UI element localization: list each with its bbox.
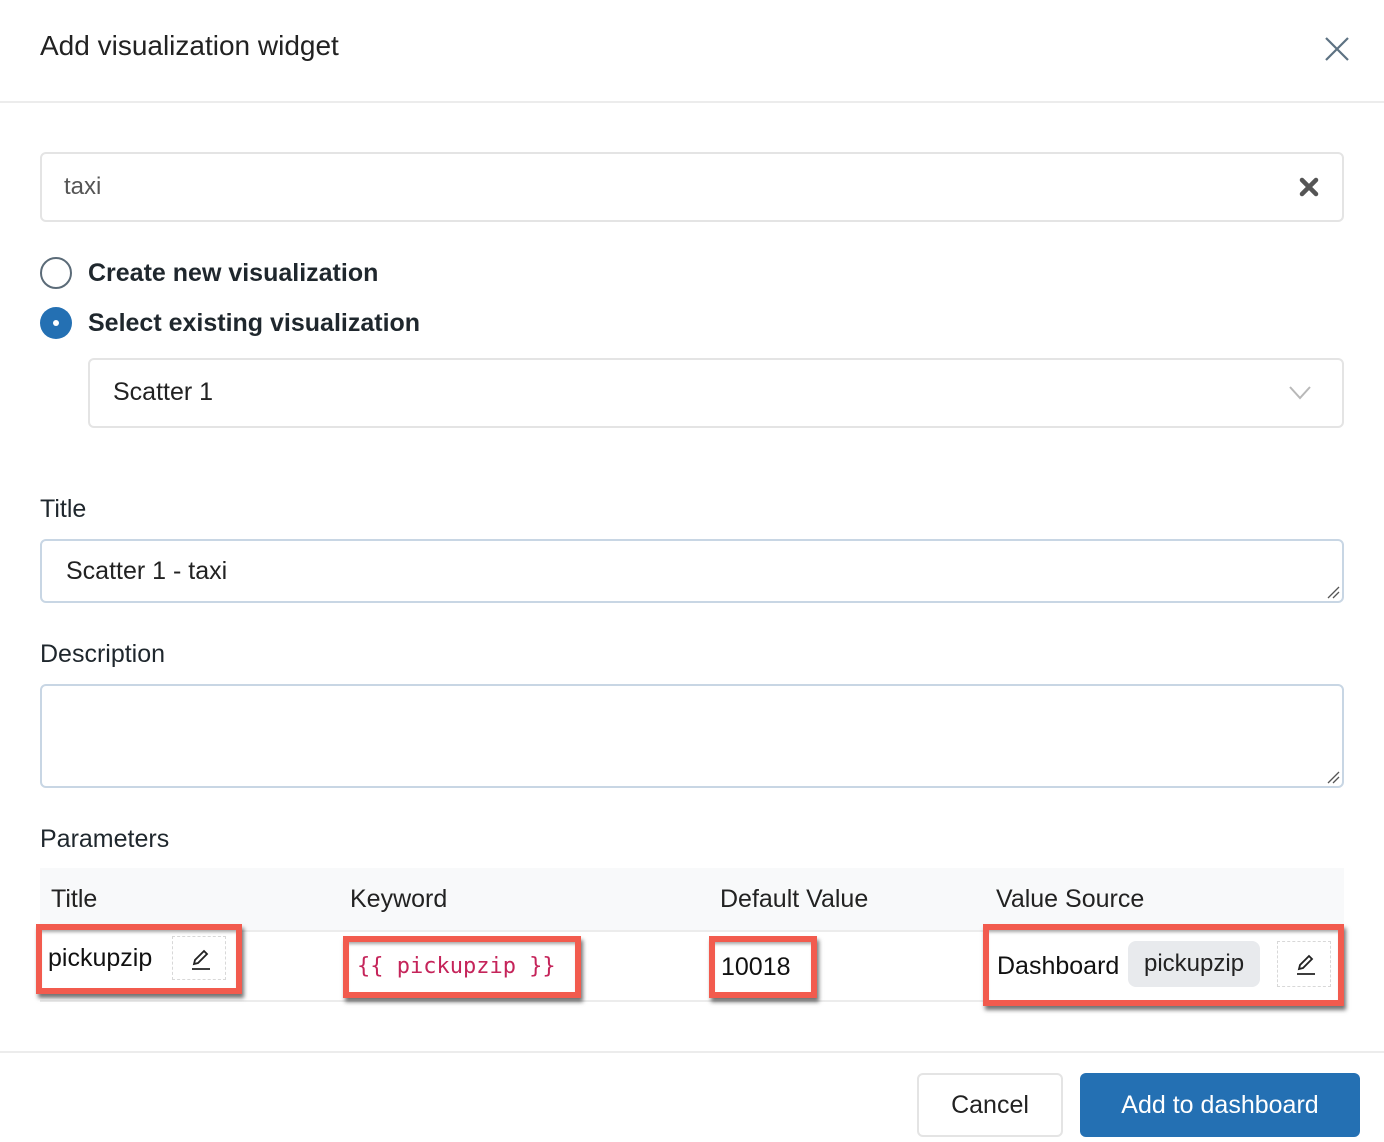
- title-input[interactable]: Scatter 1 - taxi: [40, 539, 1344, 603]
- dialog-title: Add visualization widget: [40, 30, 339, 61]
- radio-label: Create new visualization: [88, 258, 379, 287]
- add-to-dashboard-button[interactable]: Add to dashboard: [1080, 1073, 1360, 1137]
- radio-select-existing[interactable]: Select existing visualization: [40, 307, 420, 339]
- clear-x-icon: [1299, 177, 1319, 197]
- column-header-default-value: Default Value: [720, 885, 869, 913]
- highlight-keyword-cell: {{ pickupzip }}: [343, 936, 581, 998]
- radio-create-new[interactable]: Create new visualization: [40, 257, 378, 289]
- description-label: Description: [40, 640, 166, 668]
- edit-value-source-button[interactable]: [1277, 941, 1331, 987]
- cancel-button[interactable]: Cancel: [917, 1073, 1063, 1137]
- pencil-icon: [1297, 954, 1315, 975]
- close-button[interactable]: [1322, 34, 1352, 64]
- search-input[interactable]: [64, 168, 1264, 206]
- footer-divider: [0, 1051, 1384, 1053]
- clear-search-button[interactable]: [1298, 176, 1320, 198]
- radio-button-unchecked[interactable]: [40, 257, 72, 289]
- radio-label: Select existing visualization: [88, 308, 421, 337]
- highlight-default-value-cell: 10018: [709, 936, 817, 998]
- column-header-title: Title: [51, 885, 98, 913]
- select-value: Scatter 1: [113, 378, 214, 406]
- param-value-source: Dashboard: [997, 952, 1120, 980]
- table-row: pickupzip {{ pickupzip }} 10018 Dashboar…: [36, 924, 1344, 1006]
- visualization-select[interactable]: Scatter 1: [88, 358, 1344, 428]
- highlight-value-source-cell: Dashboard pickupzip: [983, 924, 1344, 1006]
- radio-button-checked[interactable]: [40, 307, 72, 339]
- pencil-icon: [192, 949, 210, 970]
- table-header: Title Keyword Default Value Value Source: [40, 868, 1344, 932]
- param-default-value: 10018: [721, 953, 791, 981]
- description-input[interactable]: [40, 684, 1344, 788]
- parameters-label: Parameters: [40, 825, 170, 853]
- highlight-title-cell: pickupzip: [36, 924, 242, 994]
- column-header-value-source: Value Source: [996, 885, 1145, 913]
- value-source-tag: pickupzip: [1128, 941, 1261, 987]
- resize-handle-icon[interactable]: [1326, 770, 1340, 784]
- visualization-search[interactable]: [40, 152, 1344, 222]
- dialog-header: Add visualization widget: [0, 0, 1384, 103]
- close-icon: [1325, 37, 1349, 61]
- param-keyword: {{ pickupzip }}: [357, 954, 556, 979]
- column-header-keyword: Keyword: [350, 885, 448, 913]
- title-input-value: Scatter 1 - taxi: [66, 557, 228, 585]
- param-title: pickupzip: [48, 944, 153, 972]
- resize-handle-icon[interactable]: [1326, 585, 1340, 599]
- edit-title-button[interactable]: [172, 936, 226, 980]
- title-label: Title: [40, 495, 87, 523]
- chevron-down-icon: [1289, 386, 1311, 400]
